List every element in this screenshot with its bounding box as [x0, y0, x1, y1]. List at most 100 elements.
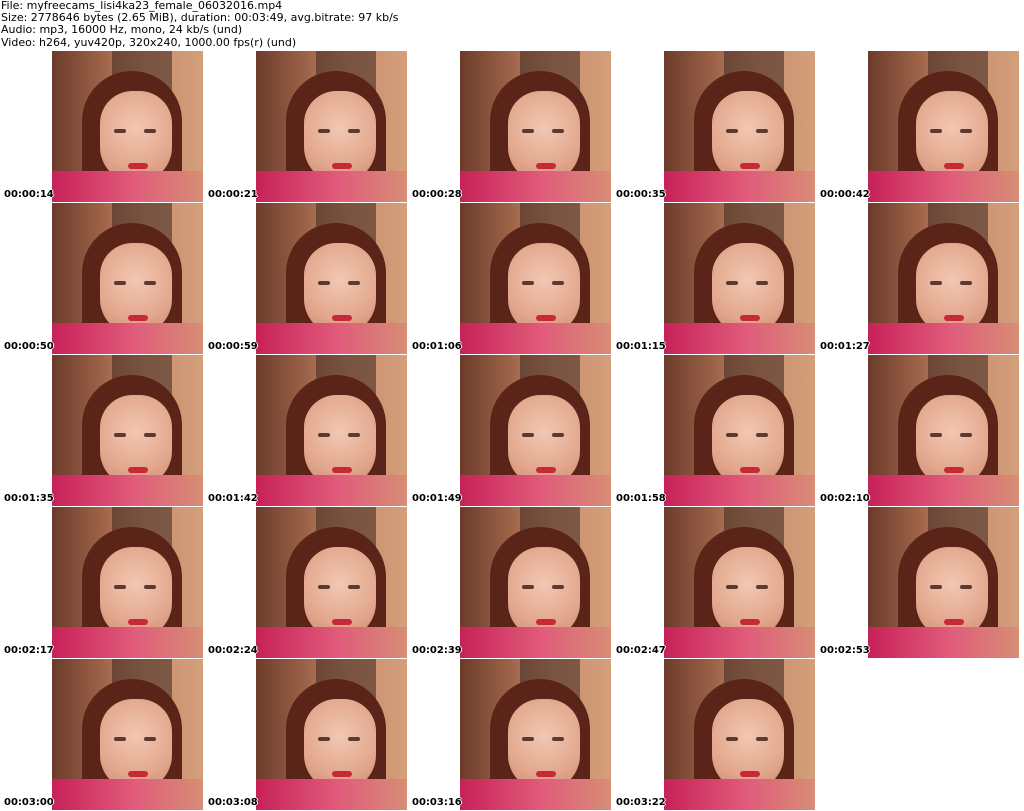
thumbnail-frame: [612, 203, 815, 354]
thumbnail-image: [664, 659, 815, 810]
thumbnail-frame: [0, 203, 203, 354]
video-thumbnail: 00:00:14: [0, 51, 203, 202]
video-thumbnail: 00:02:10: [816, 355, 1019, 506]
thumbnail-image: [460, 659, 611, 810]
video-thumbnail: 00:03:00: [0, 659, 203, 810]
thumbnail-timestamp: 00:00:42: [820, 189, 870, 200]
file-info-header: File: myfreecams_lisi4ka23_female_060320…: [0, 0, 1024, 50]
video-thumbnail: 00:00:59: [204, 203, 407, 354]
thumbnail-frame: [204, 203, 407, 354]
thumbnail-timestamp: 00:03:00: [4, 797, 54, 808]
thumbnail-timestamp: 00:03:16: [412, 797, 462, 808]
thumbnail-image: [460, 203, 611, 354]
video-thumbnail: 00:01:42: [204, 355, 407, 506]
thumbnail-timestamp: 00:02:24: [208, 645, 258, 656]
thumbnail-image: [460, 355, 611, 506]
thumbnail-timestamp: 00:03:22: [616, 797, 666, 808]
thumbnail-image: [664, 355, 815, 506]
thumbnail-image: [256, 51, 407, 202]
thumbnail-image: [868, 355, 1019, 506]
thumbnail-frame: [816, 51, 1019, 202]
thumbnail-frame: [408, 51, 611, 202]
thumbnail-image: [256, 659, 407, 810]
audio-info-line: Audio: mp3, 16000 Hz, mono, 24 kb/s (und…: [1, 23, 243, 37]
thumbnail-timestamp: 00:00:21: [208, 189, 258, 200]
thumbnail-frame: [204, 51, 407, 202]
video-thumbnail: 00:02:24: [204, 507, 407, 658]
thumbnail-image: [868, 507, 1019, 658]
thumbnail-frame: [816, 355, 1019, 506]
thumbnail-image: [52, 355, 203, 506]
thumbnail-frame: [0, 659, 203, 810]
thumbnail-frame: [0, 507, 203, 658]
thumbnail-grid: 00:00:14 00:00:21 00:00:28 00:00:35 00:00:42…: [0, 51, 1024, 811]
thumbnail-frame: [408, 659, 611, 810]
thumbnail-timestamp: 00:00:28: [412, 189, 462, 200]
thumbnail-timestamp: 00:01:06: [412, 341, 462, 352]
thumbnail-timestamp: 00:01:35: [4, 493, 54, 504]
thumbnail-frame: [204, 355, 407, 506]
thumbnail-image: [256, 203, 407, 354]
video-thumbnail: 00:03:22: [612, 659, 815, 810]
thumbnail-frame: [204, 507, 407, 658]
thumbnail-image: [664, 203, 815, 354]
thumbnail-frame: [0, 51, 203, 202]
thumbnail-timestamp: 00:01:49: [412, 493, 462, 504]
video-thumbnail: 00:01:06: [408, 203, 611, 354]
thumbnail-timestamp: 00:01:15: [616, 341, 666, 352]
video-thumbnail: 00:01:58: [612, 355, 815, 506]
thumbnail-timestamp: 00:03:08: [208, 797, 258, 808]
video-thumbnail: 00:01:15: [612, 203, 815, 354]
thumbnail-timestamp: 00:02:39: [412, 645, 462, 656]
video-thumbnail: 00:02:17: [0, 507, 203, 658]
thumbnail-timestamp: 00:02:17: [4, 645, 54, 656]
thumbnail-image: [52, 51, 203, 202]
video-info-line: Video: h264, yuv420p, 320x240, 1000.00 f…: [1, 35, 297, 49]
video-thumbnail: 00:00:35: [612, 51, 815, 202]
thumbnail-image: [664, 507, 815, 658]
video-thumbnail: 00:01:27: [816, 203, 1019, 354]
video-thumbnail: 00:03:08: [204, 659, 407, 810]
thumbnail-frame: [816, 507, 1019, 658]
video-thumbnail: 00:00:21: [204, 51, 407, 202]
thumbnail-image: [460, 507, 611, 658]
thumbnail-frame: [408, 507, 611, 658]
video-thumbnail: 00:00:50: [0, 203, 203, 354]
thumbnail-timestamp: 00:00:59: [208, 341, 258, 352]
thumbnail-timestamp: 00:02:10: [820, 493, 870, 504]
thumbnail-timestamp: 00:00:35: [616, 189, 666, 200]
thumbnail-timestamp: 00:00:14: [4, 189, 54, 200]
thumbnail-frame: [816, 203, 1019, 354]
thumbnail-image: [868, 51, 1019, 202]
thumbnail-image: [664, 51, 815, 202]
thumbnail-timestamp: 00:01:27: [820, 341, 870, 352]
thumbnail-image: [868, 203, 1019, 354]
thumbnail-frame: [612, 659, 815, 810]
thumbnail-image: [256, 507, 407, 658]
video-thumbnail: 00:00:42: [816, 51, 1019, 202]
thumbnail-frame: [612, 507, 815, 658]
thumbnail-image: [52, 659, 203, 810]
video-thumbnail: 00:02:39: [408, 507, 611, 658]
thumbnail-frame: [408, 203, 611, 354]
thumbnail-timestamp: 00:02:53: [820, 645, 870, 656]
video-thumbnail: 00:02:53: [816, 507, 1019, 658]
thumbnail-frame: [612, 355, 815, 506]
video-thumbnail: 00:01:35: [0, 355, 203, 506]
thumbnail-timestamp: 00:02:47: [616, 645, 666, 656]
thumbnail-image: [52, 507, 203, 658]
thumbnail-frame: [0, 355, 203, 506]
video-thumbnail: 00:03:16: [408, 659, 611, 810]
thumbnail-image: [256, 355, 407, 506]
thumbnail-image: [52, 203, 203, 354]
thumbnail-frame: [204, 659, 407, 810]
thumbnail-frame: [612, 51, 815, 202]
video-thumbnail: 00:01:49: [408, 355, 611, 506]
thumbnail-image: [460, 51, 611, 202]
thumbnail-frame: [408, 355, 611, 506]
video-thumbnail: 00:00:28: [408, 51, 611, 202]
video-thumbnail: 00:02:47: [612, 507, 815, 658]
thumbnail-timestamp: 00:01:58: [616, 493, 666, 504]
thumbnail-timestamp: 00:01:42: [208, 493, 258, 504]
thumbnail-timestamp: 00:00:50: [4, 341, 54, 352]
